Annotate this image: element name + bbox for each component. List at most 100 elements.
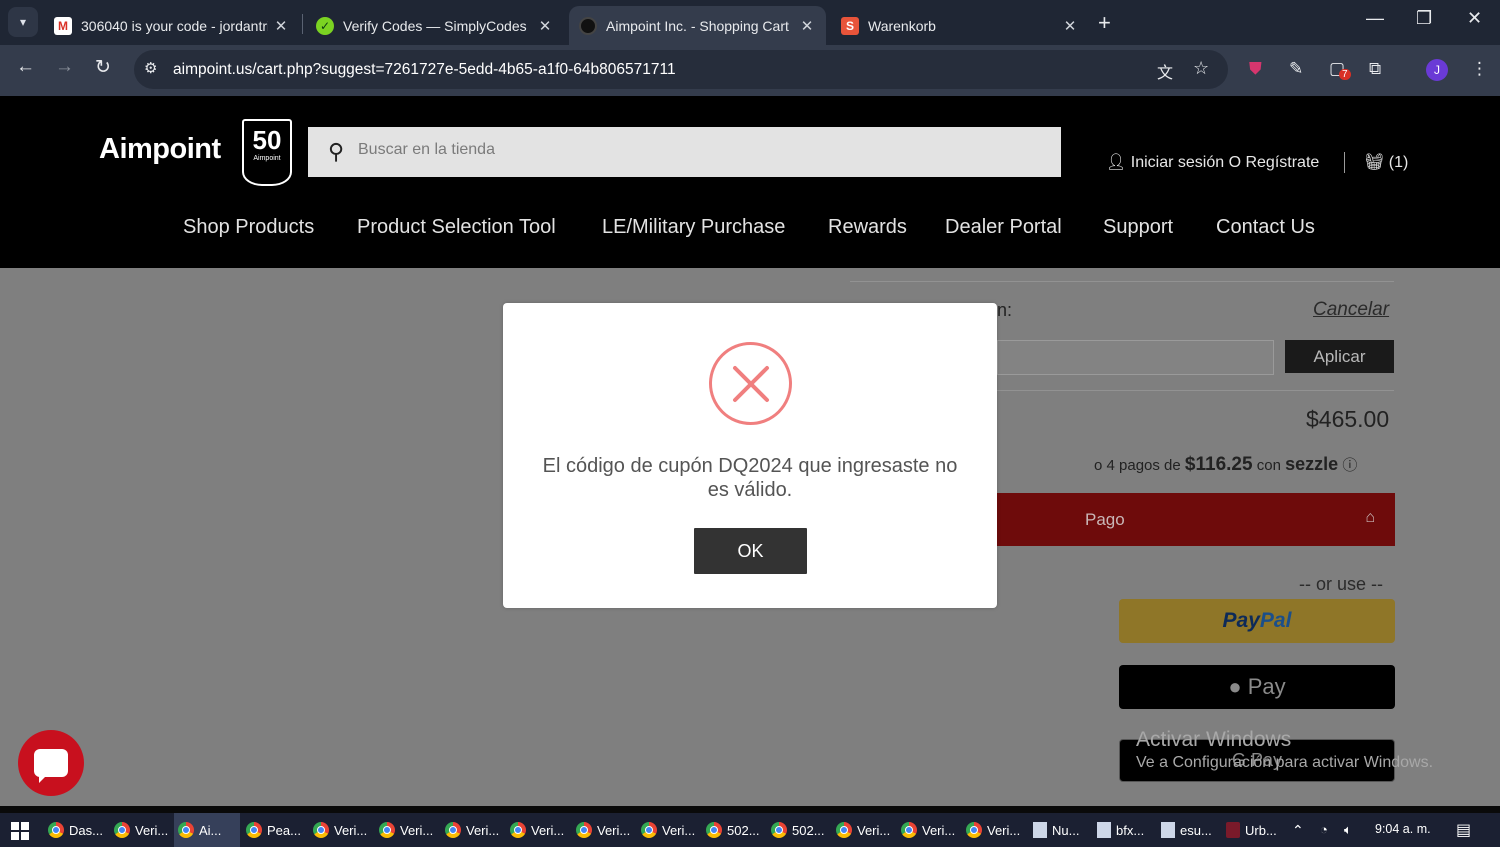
chat-widget-button[interactable] [18,730,84,796]
taskbar-item[interactable]: Veri... [572,813,638,847]
taskbar-item[interactable]: Veri... [897,813,963,847]
search-icon[interactable]: ⚲ [328,139,344,165]
paypal-logo-part1: Pay [1222,609,1260,632]
close-icon[interactable]: ✕ [532,17,558,35]
apple-pay-button[interactable]: ● Pay [1119,665,1395,709]
sezzle-logo[interactable]: sezzle [1285,454,1338,474]
tray-chevron-icon[interactable]: ⌃ [1292,822,1304,839]
aimpoint-logo[interactable]: Aimpoint [99,133,221,166]
new-tab-button[interactable]: + [1098,10,1111,36]
close-icon[interactable]: ✕ [1057,17,1083,35]
login-text[interactable]: Iniciar sesión O Regístrate [1131,154,1320,171]
taskbar-item[interactable]: Veri... [832,813,898,847]
translate-icon[interactable]: 文 [1157,59,1173,83]
grand-total: $465.00 [1306,406,1390,432]
header-divider [1344,152,1345,173]
taskbar-item-label: bfx... [1116,822,1145,838]
apply-coupon-button[interactable]: Aplicar [1285,340,1394,373]
nav-contact-us[interactable]: Contact Us [1216,216,1315,239]
ublock-shield-icon[interactable]: ⛊ [1249,59,1262,79]
site-settings-icon[interactable]: ⚙ [144,59,157,77]
taskbar-item[interactable]: esu... [1157,813,1223,847]
taskbar-item[interactable]: 502... [702,813,768,847]
volume-icon[interactable]: 🔈︎ [1344,822,1352,838]
or-use-label: -- or use -- [1299,574,1384,594]
profile-avatar[interactable]: J [1426,59,1448,81]
gmail-icon: M [54,16,72,35]
taskbar-item-label: Veri... [662,822,696,838]
nav-dealer-portal[interactable]: Dealer Portal [945,216,1062,239]
address-bar[interactable]: ⚙ aimpoint.us/cart.php?suggest=7261727e-… [134,50,1228,89]
notepad-icon [1033,822,1047,838]
paypal-button[interactable]: Pay Pal [1119,599,1395,643]
taskbar-item[interactable]: 502... [767,813,833,847]
restore-button[interactable]: ❐ [1416,8,1432,29]
nav-support[interactable]: Support [1103,216,1173,239]
taskbar-item[interactable]: Veri... [962,813,1028,847]
taskbar-item[interactable]: Urb... [1222,813,1288,847]
back-button[interactable]: ← [16,56,35,78]
reload-button[interactable]: ↻ [95,56,111,79]
nav-rewards[interactable]: Rewards [828,216,907,239]
cancel-coupon-link[interactable]: Cancelar [1313,299,1389,321]
tab-search-button[interactable]: ▾ [8,7,38,37]
anniversary-number: 50 [252,125,282,155]
taskbar-item[interactable]: Veri... [637,813,703,847]
basket-icon: ⌂ [1365,509,1375,526]
nav-product-selection-tool[interactable]: Product Selection Tool [357,216,556,239]
nav-shop-products[interactable]: Shop Products [183,216,314,239]
tab-simplycodes[interactable]: ✓ Verify Codes — SimplyCodes ✕ [306,6,564,45]
close-icon[interactable]: ✕ [268,17,294,35]
more-menu-icon[interactable]: ⋮ [1471,59,1488,79]
search-input[interactable] [358,141,1038,159]
aimpoint-icon [579,16,597,35]
taskbar-item-label: 502... [727,822,760,838]
windows-start-icon[interactable] [11,822,29,840]
chrome-icon [836,822,852,838]
close-window-button[interactable]: ✕ [1467,8,1482,29]
tab-gmail[interactable]: M 306040 is your code - jordantri ✕ [44,6,300,45]
forward-button[interactable]: → [55,56,74,78]
taskbar-item[interactable]: Das... [44,813,110,847]
extensions-puzzle-icon[interactable]: ⧉ [1369,59,1381,79]
info-icon[interactable]: ⓘ [1342,457,1357,474]
taskbar-item[interactable]: Ai... [174,813,240,847]
coupon-code-input[interactable] [997,340,1274,375]
tab-warenkorb[interactable]: S Warenkorb ✕ [831,6,1089,45]
taskbar-item[interactable]: bfx... [1093,813,1159,847]
taskbar-item-label: 502... [792,822,825,838]
chrome-icon [379,822,395,838]
checkout-label: Pago [1085,510,1125,529]
url-text[interactable]: aimpoint.us/cart.php?suggest=7261727e-5e… [173,61,676,79]
paypal-logo-part2: Pal [1259,609,1292,632]
sezzle-amount: $116.25 [1184,454,1253,475]
taskbar-item[interactable]: Nu... [1029,813,1095,847]
notepad-icon [1161,822,1175,838]
taskbar-item-label: esu... [1180,822,1212,838]
minimize-button[interactable]: — [1366,8,1384,29]
taskbar-item-label: Nu... [1052,822,1080,838]
taskbar-item[interactable]: Veri... [506,813,572,847]
wifi-icon[interactable]: ◔ [1320,822,1328,837]
windows-activation-watermark: Activar Windows Ve a Configuración para … [1136,728,1433,774]
tab-aimpoint-cart[interactable]: Aimpoint Inc. - Shopping Cart ✕ [569,6,826,45]
bookmark-star-icon[interactable]: ☆ [1193,58,1209,79]
taskbar-item[interactable]: Veri... [375,813,441,847]
extension-feather-icon[interactable]: ✎ [1289,59,1303,79]
checkout-button[interactable]: Pago ⌂ [997,493,1395,546]
cart-link[interactable]: 🧺︎ (1) [1364,152,1408,172]
chrome-icon [966,822,982,838]
clock[interactable]: 9:04 a. m. [1375,822,1431,836]
search-box[interactable]: ⚲ [308,127,1061,177]
taskbar-item[interactable]: Pea... [242,813,308,847]
login-link[interactable]: 👤︎ Iniciar sesión O Regístrate [1106,152,1319,172]
ok-button[interactable]: OK [694,528,807,574]
watermark-title: Activar Windows [1136,728,1292,751]
extension-counter-icon[interactable]: ▢ 7 [1329,59,1351,80]
taskbar-item[interactable]: Veri... [441,813,507,847]
close-icon[interactable]: ✕ [794,17,820,35]
notifications-icon[interactable]: ▤ [1456,820,1471,840]
taskbar-item[interactable]: Veri... [309,813,375,847]
taskbar-item[interactable]: Veri... [110,813,176,847]
nav-le-military-purchase[interactable]: LE/Military Purchase [602,216,785,239]
